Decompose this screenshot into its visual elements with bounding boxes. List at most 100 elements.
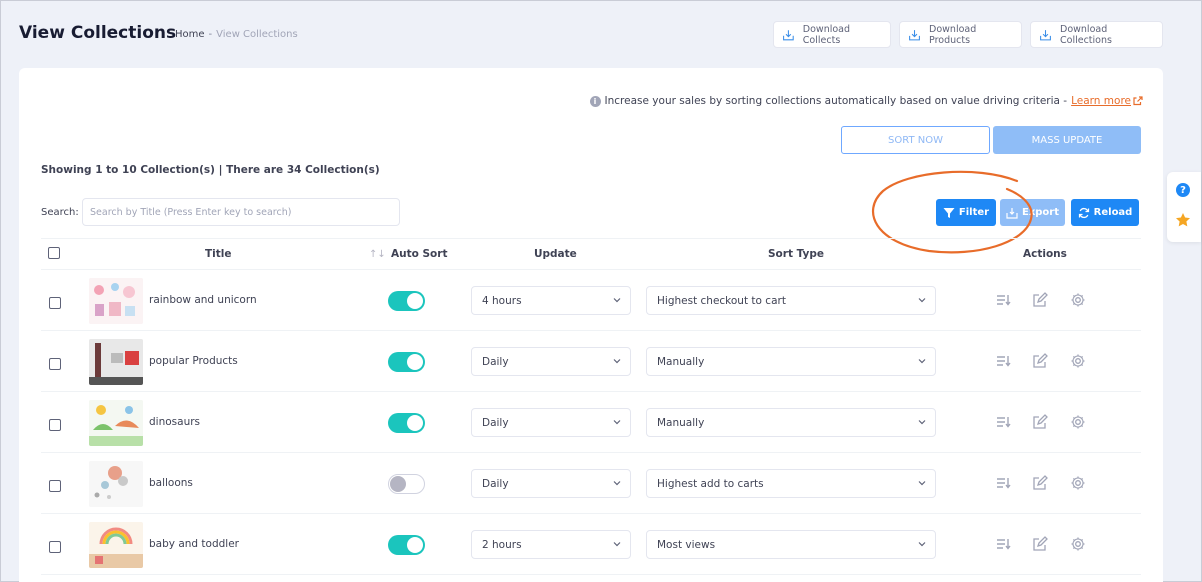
sort-arrows-icon[interactable]: ↑↓	[369, 249, 386, 260]
row-checkbox[interactable]	[49, 541, 61, 553]
collections-card: i Increase your sales by sorting collect…	[19, 68, 1163, 582]
toggle-knob	[407, 293, 423, 309]
sort-list-icon[interactable]	[995, 536, 1011, 552]
collection-thumbnail	[89, 522, 143, 568]
auto-sort-toggle[interactable]	[388, 474, 425, 494]
sort-type-value: Manually	[657, 416, 705, 429]
external-link-icon[interactable]	[1133, 96, 1143, 106]
info-message: i Increase your sales by sorting collect…	[589, 95, 1143, 107]
column-update: Update	[534, 248, 577, 260]
sort-type-select[interactable]: Highest checkout to cart	[646, 286, 936, 315]
sort-type-select[interactable]: Most views	[646, 530, 936, 559]
row-checkbox[interactable]	[49, 358, 61, 370]
auto-sort-toggle[interactable]	[388, 291, 425, 311]
star-icon[interactable]	[1175, 212, 1191, 228]
edit-icon[interactable]	[1032, 292, 1048, 308]
help-icon[interactable]: ?	[1176, 183, 1190, 197]
table-row: balloons Daily Highest add to carts	[41, 453, 1141, 514]
row-title[interactable]: baby and toddler	[149, 538, 239, 550]
update-value: Daily	[482, 416, 509, 429]
sort-list-icon[interactable]	[995, 475, 1011, 491]
learn-more-link[interactable]: Learn more	[1071, 95, 1131, 107]
auto-sort-toggle[interactable]	[388, 535, 425, 555]
sort-list-icon[interactable]	[995, 414, 1011, 430]
sort-list-icon[interactable]	[995, 292, 1011, 308]
page-title: View Collections	[19, 23, 177, 43]
chevron-down-icon	[613, 481, 621, 486]
chevron-down-icon	[918, 420, 926, 425]
settings-gear-icon[interactable]	[1070, 475, 1086, 491]
download-products-button[interactable]: Download Products	[899, 21, 1022, 48]
update-select[interactable]: 2 hours	[471, 530, 631, 559]
column-auto-sort: Auto Sort	[391, 248, 448, 260]
row-checkbox[interactable]	[49, 297, 61, 309]
settings-gear-icon[interactable]	[1070, 353, 1086, 369]
settings-gear-icon[interactable]	[1070, 292, 1086, 308]
table-header: Title ↑↓ Auto Sort Update Sort Type Acti…	[41, 238, 1141, 270]
info-text: Increase your sales by sorting collectio…	[604, 95, 1068, 107]
auto-sort-toggle[interactable]	[388, 352, 425, 372]
row-title[interactable]: popular Products	[149, 355, 238, 367]
update-value: 2 hours	[482, 538, 522, 551]
toggle-knob	[407, 354, 423, 370]
chevron-down-icon	[613, 298, 621, 303]
settings-gear-icon[interactable]	[1070, 536, 1086, 552]
sort-type-select[interactable]: Manually	[646, 347, 936, 376]
edit-icon[interactable]	[1032, 536, 1048, 552]
chevron-down-icon	[918, 542, 926, 547]
collection-count-summary: Showing 1 to 10 Collection(s) | There ar…	[41, 164, 380, 176]
row-checkbox[interactable]	[49, 480, 61, 492]
column-sort-type: Sort Type	[768, 248, 825, 260]
search-label: Search:	[41, 207, 79, 218]
edit-icon[interactable]	[1032, 475, 1048, 491]
info-icon: i	[589, 95, 601, 107]
breadcrumb-separator: -	[208, 29, 213, 40]
chevron-down-icon	[918, 298, 926, 303]
update-value: 4 hours	[482, 294, 522, 307]
auto-sort-toggle[interactable]	[388, 413, 425, 433]
column-actions: Actions	[1023, 248, 1067, 260]
edit-icon[interactable]	[1032, 353, 1048, 369]
side-widget: ?	[1167, 172, 1201, 242]
download-collections-button[interactable]: Download Collections	[1030, 21, 1163, 48]
select-all-checkbox[interactable]	[48, 247, 60, 259]
update-select[interactable]: 4 hours	[471, 286, 631, 315]
table-row: rainbow and unicorn 4 hours Highest chec…	[41, 270, 1141, 331]
update-select[interactable]: Daily	[471, 347, 631, 376]
breadcrumb-current: View Collections	[216, 29, 298, 40]
sort-type-value: Highest add to carts	[657, 477, 764, 490]
column-title[interactable]: Title	[205, 248, 232, 260]
download-products-label: Download Products	[929, 23, 977, 46]
sort-now-button[interactable]: SORT NOW	[841, 126, 990, 154]
reload-label: Reload	[1093, 207, 1133, 218]
sort-list-icon[interactable]	[995, 353, 1011, 369]
breadcrumb-home[interactable]: Home	[175, 29, 205, 40]
mass-update-button[interactable]: MASS UPDATE	[993, 126, 1141, 154]
sort-type-select[interactable]: Manually	[646, 408, 936, 437]
breadcrumb: Home - View Collections	[175, 29, 298, 40]
chevron-down-icon	[613, 542, 621, 547]
download-icon	[1040, 29, 1051, 40]
chevron-down-icon	[918, 359, 926, 364]
chevron-down-icon	[613, 359, 621, 364]
top-bar: View Collections Home - View Collections D…	[1, 1, 1201, 67]
download-collects-button[interactable]: Download Collects	[773, 21, 891, 48]
row-checkbox[interactable]	[49, 419, 61, 431]
row-title[interactable]: rainbow and unicorn	[149, 294, 257, 306]
update-select[interactable]: Daily	[471, 408, 631, 437]
row-title[interactable]: balloons	[149, 477, 193, 489]
sort-type-value: Manually	[657, 355, 705, 368]
download-collections-label: Download Collections	[1060, 23, 1112, 46]
settings-gear-icon[interactable]	[1070, 414, 1086, 430]
sort-type-value: Most views	[657, 538, 716, 551]
search-input[interactable]	[82, 198, 400, 226]
update-select[interactable]: Daily	[471, 469, 631, 498]
sort-type-select[interactable]: Highest add to carts	[646, 469, 936, 498]
reload-icon	[1078, 207, 1089, 218]
download-icon	[909, 29, 920, 40]
chevron-down-icon	[613, 420, 621, 425]
reload-button[interactable]: Reload	[1071, 199, 1139, 226]
edit-icon[interactable]	[1032, 414, 1048, 430]
row-title[interactable]: dinosaurs	[149, 416, 200, 428]
collection-thumbnail	[89, 278, 143, 324]
